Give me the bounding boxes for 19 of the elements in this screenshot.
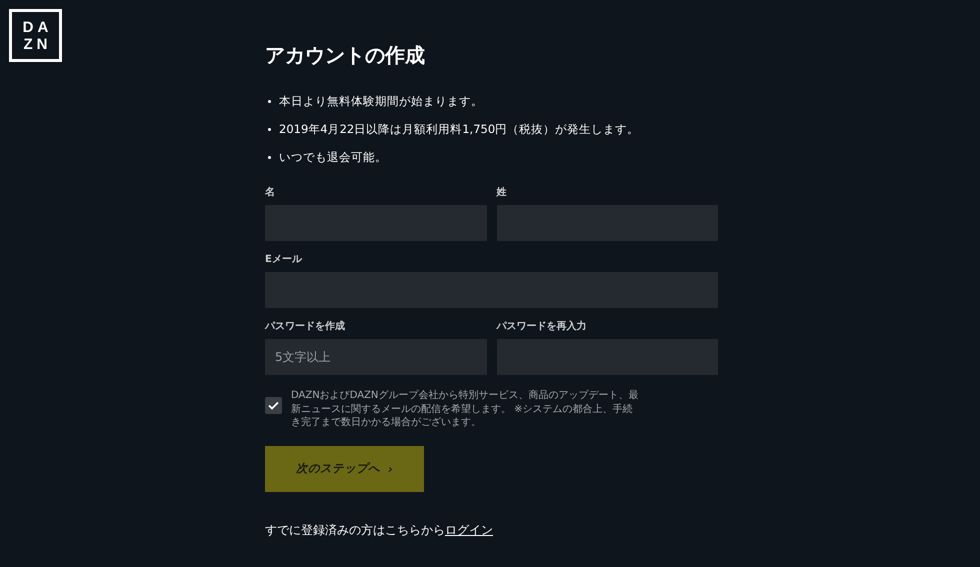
info-text: 2019年4月22日以降は月額利用料1,750円（税抜）が発生します。 [279,121,640,138]
logo: DA ZN [9,9,62,62]
consent-text: DAZNおよびDAZNグループ会社から特別サービス、商品のアップデート、最新ニュースに関するメールの配信を希望します。 ※システムの都合上、手続き完了まで数日かかる場合がございます。 [291,389,640,430]
bullet-icon [268,100,271,102]
field-label: パスワードを作成 [265,320,346,333]
bullet-icon [268,128,271,130]
info-text: 本日より無料体験期間が始まります。 [279,93,483,110]
login-link[interactable]: ログイン [445,522,493,536]
field-label: 名 [265,186,276,199]
login-text: すでに登録済みの方はこちらから ログイン [265,522,494,538]
info-text: いつでも退会可能。 [279,149,387,166]
checkbox[interactable] [265,397,282,414]
field-label: パスワードを再入力 [496,320,588,333]
field-label: Eメール [265,253,304,266]
input-field[interactable]: 5文字以上 [265,339,486,375]
page-title: アカウントの作成 [265,42,426,69]
bullet-icon [268,156,271,158]
field-label: 姓 [496,186,508,199]
check-icon [268,401,279,410]
